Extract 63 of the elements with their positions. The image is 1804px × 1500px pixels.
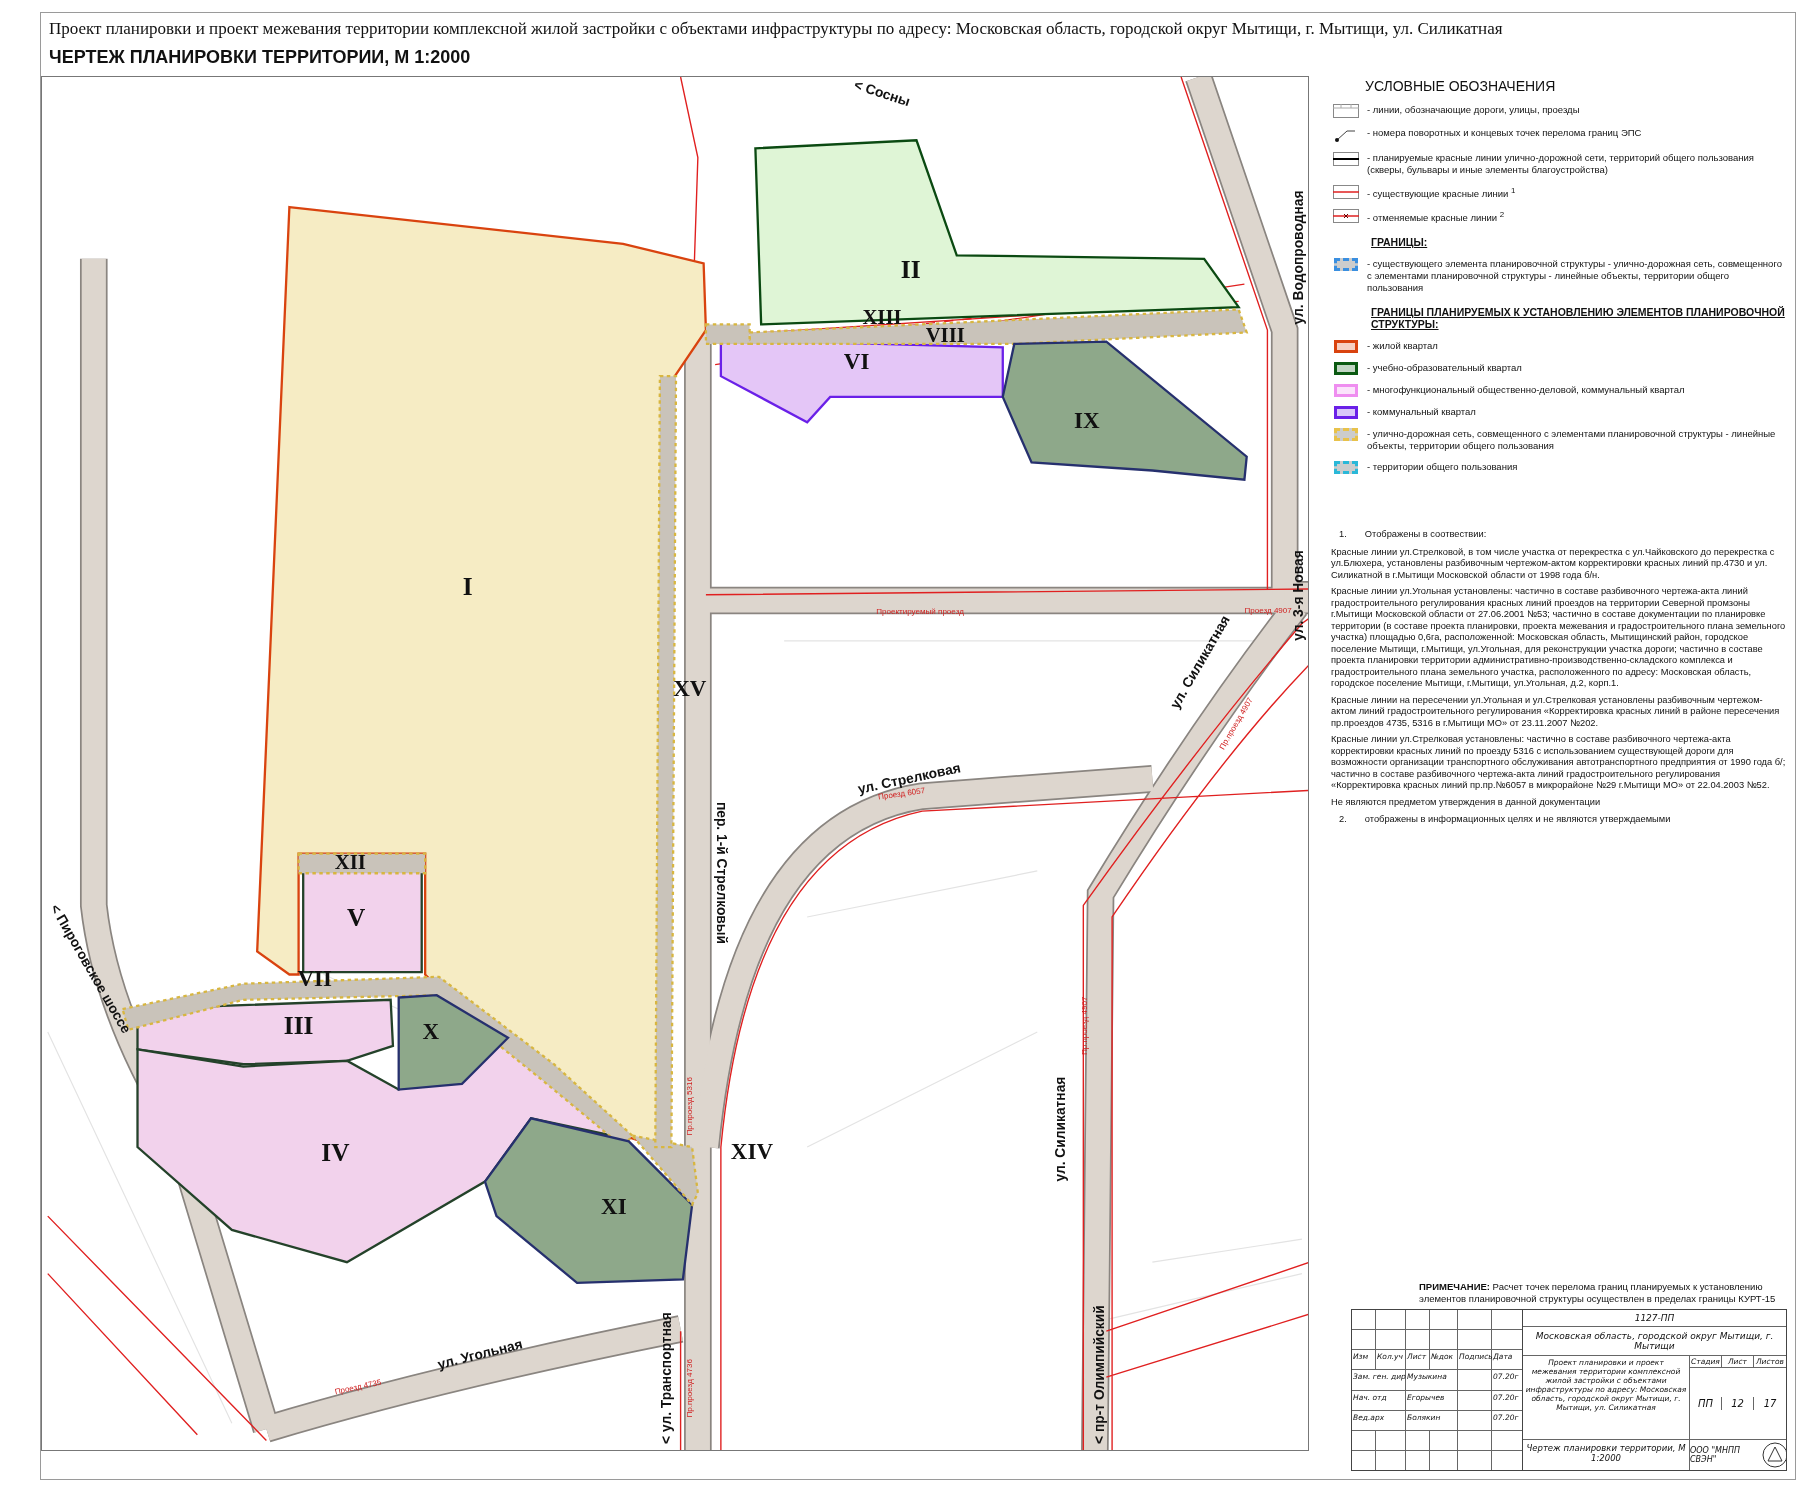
- legend-text: - существующего элемента планировочной структуры - улично-дорожная сеть, совмещенного с элементами планировочной структуры - линейные объекты, территории общего пользования: [1367, 258, 1783, 295]
- note-text: Красные линии ул.Угольная установлены: частично в составе разбивочного чертежа-акта линий градостроительного регулирования красных линий проездов на территории Северной промзоны г.Мытищи Московской области от 27.06.2001 №53; частично в составе документации по планировке территории (в составе проекта планировки, проекта межевания и градостроительного плана земельного участка) площадью 0,6га, расположенной: Московская область, Мытищинский район, городское поселение Мытищи, г.Мытищи, ул.Угольная, для реконструкции участка дороги; частично в составе проекта планировки территории административно-производственно-складского комплекса и градостроительного плана земельного участка, расположенного по адресу: Московская область, городское поселение Мытищи, г.Мытищи, ул.Угольная, д.2, корп.1.: [1331, 586, 1787, 690]
- note-number: 2.: [1339, 814, 1347, 826]
- street-label: < ул. Транспортная: [659, 1312, 675, 1444]
- legend-text: - планируемые красные линии улично-дорожной сети, территорий общего пользования (скверы, бульвары и иные элементы благоустройства): [1367, 152, 1755, 176]
- quarter-label: X: [422, 1017, 440, 1044]
- street-label: ул. 3-я Новая: [1291, 550, 1307, 641]
- quarter-label: III: [283, 1011, 314, 1040]
- legend-text: - учебно-образовательный квартал: [1367, 362, 1522, 375]
- street-label: Проезд 4735: [333, 1377, 383, 1397]
- legend-text: - жилой квартал: [1367, 340, 1438, 353]
- street-label: ул. Угольная: [436, 1336, 525, 1373]
- note-number: 1.: [1339, 529, 1347, 541]
- quarter-label: V: [347, 903, 366, 932]
- legend-text: - линии, обозначающие дороги, улицы, проезды: [1367, 104, 1580, 116]
- quarter-label: II: [900, 255, 921, 284]
- street-label: < Сосны: [852, 77, 912, 110]
- street-label: Проезд 4907: [1244, 606, 1292, 616]
- legend-title: УСЛОВНЫЕ ОБОЗНАЧЕНИЯ: [1365, 78, 1557, 94]
- legend-heading: ГРАНИЦЫ ПЛАНИРУЕМЫХ К УСТАНОВЛЕНИЮ ЭЛЕМЕНТОВ ПЛАНИРОВОЧНОЙ СТРУКТУРЫ:: [1371, 306, 1786, 331]
- stage-value: ПП: [1690, 1397, 1722, 1410]
- legend-text: - улично-дорожная сеть, совмещенного с элементами планировочной структуры - линейные объекты, территории общего пользования: [1367, 428, 1777, 453]
- project-code: 1127-ПП: [1523, 1310, 1786, 1327]
- legend-text: - территории общего пользования: [1367, 461, 1518, 474]
- note-text: Красные линии ул.Стрелковой, в том числе участка от перекрестка с ул.Чайковского до перекрестка с ул.Блюхера, установлены разбивочным чертежом-актом корректировки красных линий пр.4730 и ул. Силикатной в г.Мытищи Московской области от 1998 года б/н.: [1331, 546, 1776, 582]
- company-logo-icon: [1762, 1442, 1786, 1468]
- sheet-title: Чертеж планировки территории, М 1:2000: [1523, 1440, 1690, 1470]
- drawing-title: ЧЕРТЕЖ ПЛАНИРОВКИ ТЕРРИТОРИИ, М 1:2000: [49, 47, 472, 68]
- street-label: Пр.проезд 5316: [685, 1077, 695, 1136]
- legend-text: - существующие красные линии $^{1}$: [1367, 185, 1516, 201]
- street-label: ул. Водопроводная: [1291, 190, 1307, 325]
- document-title: Проект планировки и проект межевания территории комплексной жилой застройки с объектами инфраструктуры по адресу: Московская область, городской округ Мытищи, г. Мытищи, ул. Силикатная: [49, 19, 1504, 39]
- quarter-label: IV: [321, 1137, 350, 1166]
- legend-heading: ГРАНИЦЫ:: [1371, 236, 1429, 249]
- street-label: Пр.проезд 4736: [685, 1359, 695, 1418]
- street-label: Пр.проезд 4907: [1079, 996, 1089, 1056]
- street-label: < пр-т Олимпийский: [1092, 1305, 1108, 1444]
- legend-text: - отменяемые красные линии $^{2}$: [1367, 209, 1505, 225]
- quarter-label: XII: [334, 850, 366, 873]
- quarter-label: XV: [673, 675, 707, 702]
- quarter-label: IX: [1074, 406, 1100, 433]
- legend-text: - коммунальный квартал: [1367, 406, 1476, 419]
- quarter-label: VI: [843, 348, 870, 375]
- note-text: Красные линии на пересечении ул.Угольная и ул.Стрелковая установлены разбивочным чертежом-актом линий градостроительного регулирования «Корректировка красных линий в районе пересечения пр.проездов 4735, 5316 в г.Мытищи МО» от 23.11.2007 №202.: [1331, 694, 1781, 730]
- street-label: ул. Силикатная: [1052, 1076, 1068, 1182]
- quarter-label: I: [462, 571, 473, 600]
- remark-text: ПРИМЕЧАНИЕ: Расчет точек перелома границ планируемых к установлению элементов планировочной структуры осуществлен в пределах границы КУРТ-15: [1419, 1281, 1777, 1305]
- company-name: ООО "МНПП СВЭН": [1690, 1446, 1742, 1464]
- quarter-label: XIV: [730, 1137, 774, 1164]
- note-text: Красные линии ул.Стрелковая установлены: частично в составе разбивочного чертежа-акта корректировки красных линий по проезду 5316 с использованием существующей дороги для возможности организации транспортного обслуживания автотранспортного предприятия от 1990 года б/; частично в составе разбивочного чертежа-акта линий градостроительного регулирования «Корректировка красных линий пр.пр.№6057 в микрорайоне №29 г.Мытищи МО» от 22.04.2003 №52.: [1331, 734, 1787, 792]
- stage-value: 17: [1762, 1397, 1778, 1410]
- note-text: Не являются предметом утверждения в данной документации: [1331, 796, 1602, 809]
- street-label: пер. 1-й Стрелковый: [714, 801, 730, 945]
- quarter-label: XI: [601, 1192, 627, 1219]
- quarter-label: VIII: [925, 323, 965, 346]
- note-text: Отображены в соотвествии:: [1364, 529, 1487, 541]
- legend-text: - многофункциональный общественно-деловой, коммунальный квартал: [1367, 384, 1685, 397]
- street-label: Проектируемый проезд: [876, 607, 964, 617]
- stage-value: 12: [1722, 1397, 1754, 1410]
- project-location: Московская область, городской округ Мытищи, г. Мытищи: [1523, 1327, 1786, 1356]
- quarter-label: VII: [297, 965, 332, 991]
- note-text: отображены в информационных целях и не являются утверждаемыми: [1364, 814, 1671, 826]
- legend-text: - номера поворотных и концевых точек перелома границ ЭПС: [1367, 127, 1642, 139]
